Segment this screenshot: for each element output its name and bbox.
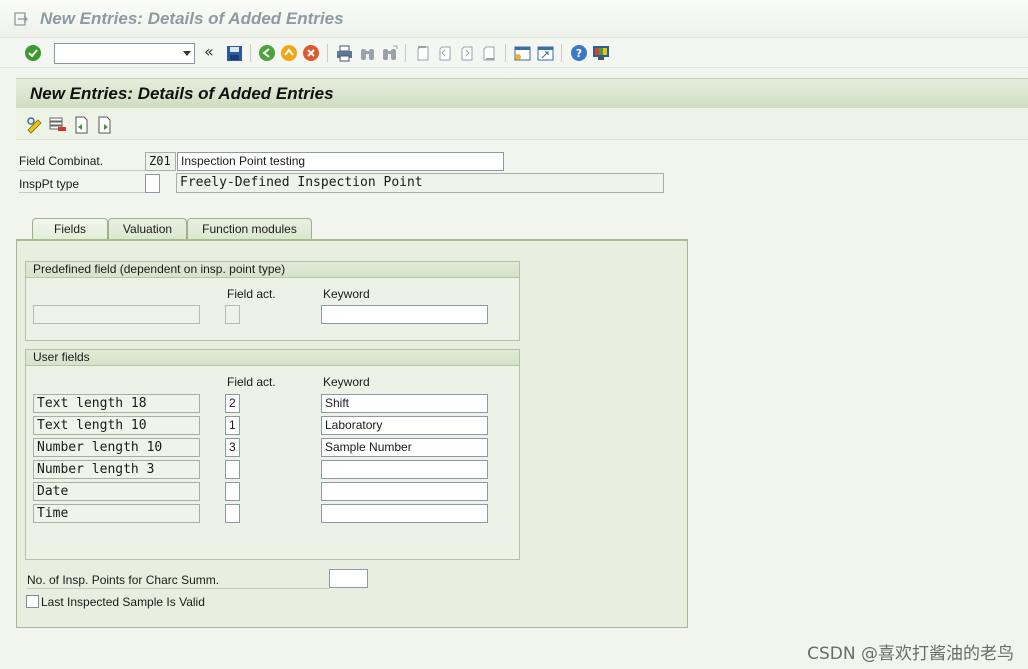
predefined-keyword-input[interactable] [321,305,488,324]
field-combinat-description[interactable]: Inspection Point testing [177,152,504,171]
command-field[interactable] [54,43,195,64]
prev-page-icon [439,46,450,60]
num-insp-points-input[interactable] [329,569,368,588]
exit-icon [281,45,297,61]
last-page-button[interactable] [479,43,499,63]
insppt-type-input[interactable] [145,174,160,193]
shortcut-icon [537,46,553,60]
user-col-keyword: Keyword [323,375,370,389]
user-field-name: Time [33,504,200,523]
user-field-keyword-input[interactable] [321,504,488,523]
user-field-act-input[interactable]: 3 [225,438,240,457]
first-page-button[interactable] [413,43,433,63]
user-field-keyword-input[interactable]: Sample Number [321,438,488,457]
tab-valuation[interactable]: Valuation [108,218,187,240]
tab-function-modules[interactable]: Function modules [187,218,312,240]
first-page-icon [417,45,428,60]
user-field-act-input[interactable] [225,504,240,523]
user-field-act-input[interactable] [225,482,240,501]
change-display-icon[interactable] [26,116,44,134]
last-inspected-label: Last Inspected Sample Is Valid [41,595,205,609]
new-session-icon [514,46,530,60]
collapse-command-button[interactable]: « [204,42,214,61]
back-button[interactable] [257,43,277,63]
predefined-group-title: Predefined field (dependent on insp. poi… [26,262,519,278]
new-session-button[interactable] [512,43,532,63]
exit-button[interactable] [279,43,299,63]
predefined-col-keyword: Keyword [323,287,370,301]
watermark: CSDN @喜欢打酱油的老鸟 [807,644,1014,664]
user-fields-group-title: User fields [26,350,519,366]
find-icon [360,48,374,60]
next-page-icon [461,46,472,60]
insppt-type-description: Freely-Defined Inspection Point [176,173,664,193]
back-green-icon [259,45,275,61]
prev-page-button[interactable] [435,43,455,63]
user-field-name: Text length 18 [33,394,200,413]
print-button[interactable] [334,43,354,63]
user-field-act-input[interactable]: 2 [225,394,240,413]
screen-header: New Entries: Details of Added Entries [16,78,1028,108]
num-insp-points-label: No. of Insp. Points for Charc Summ. [27,573,220,587]
user-col-field-act: Field act. [227,375,276,389]
user-field-act-input[interactable] [225,460,240,479]
cancel-button[interactable] [301,43,321,63]
predefined-field-group: Predefined field (dependent on insp. poi… [25,261,520,341]
user-field-act-input[interactable]: 1 [225,416,240,435]
help-icon: ? [571,45,587,61]
chevron-down-icon[interactable] [183,51,191,56]
next-entry-icon[interactable] [96,116,114,134]
enter-button[interactable] [23,43,43,63]
user-field-keyword-input[interactable]: Shift [321,394,488,413]
predefined-field [33,305,200,324]
user-field-name: Number length 3 [33,460,200,479]
last-page-icon [483,46,494,60]
title-bar: New Entries: Details of Added Entries [0,0,1028,38]
user-field-keyword-input[interactable] [321,482,488,501]
cancel-icon [303,45,319,61]
user-field-name: Number length 10 [33,438,200,457]
user-field-keyword-input[interactable]: Laboratory [321,416,488,435]
next-page-button[interactable] [457,43,477,63]
tab-fields[interactable]: Fields [32,218,108,241]
user-field-name: Text length 10 [33,416,200,435]
shortcut-button[interactable] [535,43,555,63]
menu-icon[interactable] [14,12,28,26]
customize-button[interactable] [591,43,611,63]
find-button[interactable] [357,43,377,63]
previous-entry-icon[interactable] [72,116,90,134]
enter-icon [25,45,41,61]
insppt-type-label: InspPt type [19,177,80,191]
field-combinat-input[interactable]: Z01 [145,152,176,171]
print-icon [336,45,352,61]
application-toolbar [16,108,1028,140]
help-button[interactable]: ? [569,43,589,63]
user-field-name: Date [33,482,200,501]
find-next-icon [382,45,397,60]
last-inspected-checkbox[interactable] [26,595,39,608]
save-icon [226,45,242,61]
svg-text:?: ? [576,47,582,60]
customize-icon [593,46,609,60]
user-field-keyword-input[interactable] [321,460,488,479]
delete-icon[interactable] [49,116,67,134]
page-title: New Entries: Details of Added Entries [30,84,334,103]
save-button[interactable] [224,43,244,63]
field-combinat-label: Field Combinat. [19,154,104,168]
predefined-field-act [225,305,240,324]
find-next-button[interactable] [379,43,399,63]
window-title: New Entries: Details of Added Entries [40,9,344,28]
predefined-col-field-act: Field act. [227,287,276,301]
